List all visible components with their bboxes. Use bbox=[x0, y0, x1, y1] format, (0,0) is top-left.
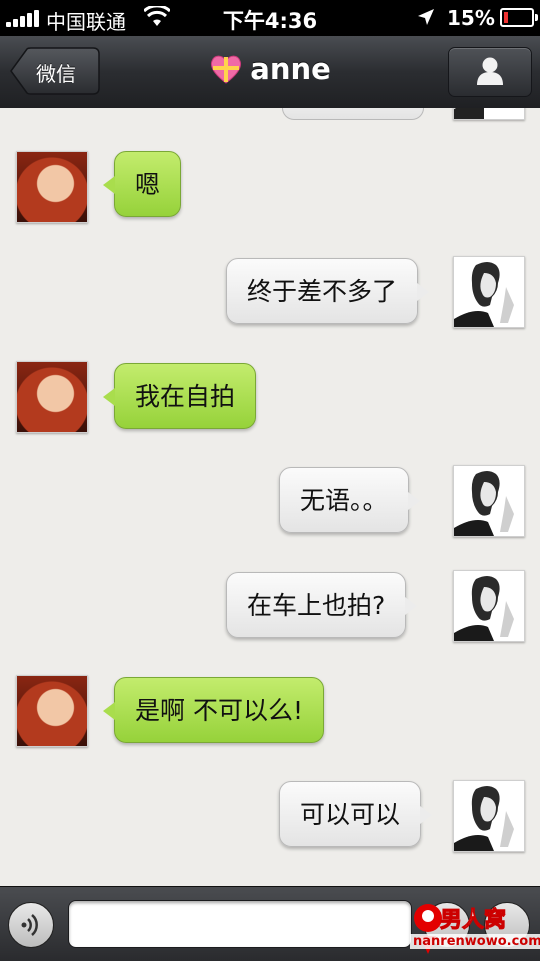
my-avatar[interactable] bbox=[453, 570, 525, 642]
navigation-bar: 微信 anne bbox=[0, 36, 540, 109]
my-avatar[interactable] bbox=[453, 108, 525, 120]
message-list[interactable]: 嗯 终于差不多了 我在自拍 无语。。 在车上也拍? 是啊 不可以么! 可以可以 bbox=[0, 108, 540, 886]
outgoing-message-bubble[interactable]: 可以可以 bbox=[279, 781, 433, 847]
watermark-url: nanrenwowo.com bbox=[410, 934, 540, 949]
message-text: 嗯 bbox=[135, 170, 161, 199]
previous-message-bubble bbox=[282, 108, 424, 120]
message-text: 我在自拍 bbox=[135, 382, 236, 411]
my-avatar[interactable] bbox=[453, 780, 525, 852]
contact-profile-button[interactable] bbox=[448, 47, 532, 97]
message-text: 终于差不多了 bbox=[247, 277, 398, 306]
outgoing-message-bubble[interactable]: 无语。。 bbox=[279, 467, 419, 533]
heart-gift-icon bbox=[211, 55, 242, 84]
message-input[interactable] bbox=[68, 900, 412, 948]
outgoing-message-bubble[interactable]: 在车上也拍? bbox=[226, 572, 418, 638]
incoming-message-bubble[interactable]: 我在自拍 bbox=[102, 363, 257, 429]
incoming-message-bubble[interactable]: 是啊 不可以么! bbox=[103, 677, 324, 743]
contact-avatar[interactable] bbox=[16, 675, 88, 747]
contact-name: anne bbox=[250, 52, 331, 86]
message-text: 在车上也拍? bbox=[247, 591, 386, 620]
status-bar: 中国联通 下午4:36 15% bbox=[0, 0, 540, 36]
incoming-message-bubble[interactable]: 嗯 bbox=[102, 151, 182, 217]
message-text: 可以可以 bbox=[300, 800, 401, 829]
watermark-brand: 男人窝 bbox=[439, 908, 507, 934]
message-text: 是啊 不可以么! bbox=[135, 696, 303, 725]
outgoing-message-bubble[interactable]: 终于差不多了 bbox=[226, 258, 430, 324]
voice-input-button[interactable] bbox=[8, 902, 54, 948]
message-text: 无语。。 bbox=[300, 486, 388, 515]
contact-avatar[interactable] bbox=[16, 361, 88, 433]
contact-avatar[interactable] bbox=[16, 151, 88, 223]
person-icon bbox=[477, 57, 503, 85]
battery-icon bbox=[500, 8, 538, 27]
my-avatar[interactable] bbox=[453, 465, 525, 537]
voice-wave-icon bbox=[21, 914, 38, 936]
my-avatar[interactable] bbox=[453, 256, 525, 328]
battery-percentage: 15% bbox=[447, 6, 495, 30]
location-arrow-icon bbox=[418, 9, 434, 25]
